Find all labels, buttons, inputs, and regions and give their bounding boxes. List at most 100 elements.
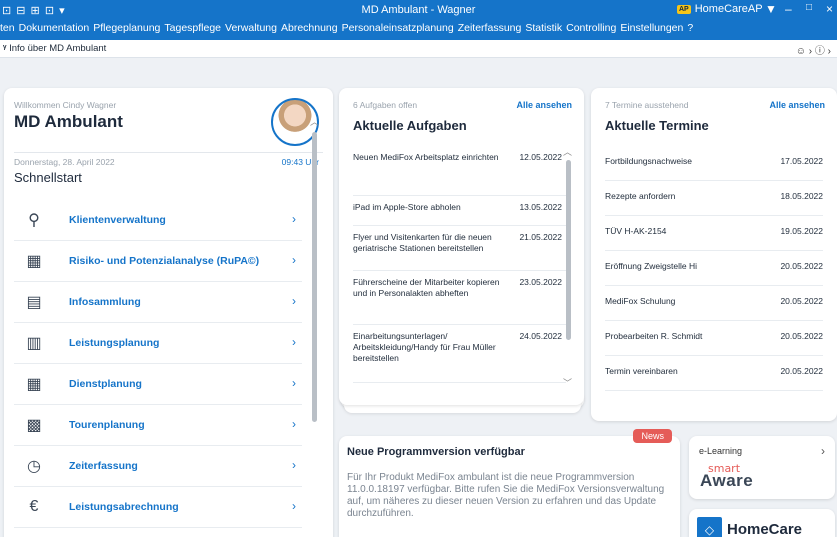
info-text: Info über MD Ambulant [9,43,107,54]
tasks-count: 6 Aufgaben offen [353,100,418,110]
analysis-icon: ▦ [26,253,42,270]
user-name: HomeCareAP [694,3,763,15]
menu-item[interactable]: Verwaltung [225,22,277,34]
minimize-button[interactable]: – [785,2,792,16]
scroll-up-icon[interactable]: ︿ [310,115,319,128]
menu-item[interactable]: Pflegeplanung [93,22,160,34]
task-date: 24.05.2022 [519,331,562,341]
appointment-row[interactable]: Termin vereinbaren 20.05.2022 [605,356,823,391]
menu-item[interactable]: Controlling [566,22,616,34]
task-date: 21.05.2022 [519,232,562,242]
menu-item[interactable]: Dokumentation [19,22,90,34]
task-row[interactable]: Führerscheine der Mitarbeiter kopieren u… [353,271,566,325]
elearning-card[interactable]: e-Learning › smart Aware [689,436,835,499]
menu-item[interactable]: Zeiterfassung [458,22,522,34]
task-text: Neuen MediFox Arbeitsplatz einrichten [353,152,499,162]
menu-item[interactable]: Tagespflege [164,22,221,34]
task-date: 23.05.2022 [519,277,562,287]
menu-item[interactable]: Abrechnung [281,22,338,34]
help-controls[interactable]: ☺ › ⓘ › [796,42,831,57]
title-bar: ⊡ ⊟ ⊞ ⊡ ▾ MD Ambulant - Wagner AP HomeCa… [0,0,837,40]
nav-item-label: Dienstplanung [69,378,142,390]
elearning-label: e-Learning [699,446,743,456]
close-button[interactable]: × [826,2,833,16]
task-text: iPad im Apple-Store abholen [353,202,461,212]
info-bar: ᵞ Info über MD Ambulant ☺ › ⓘ › [0,40,837,58]
appointments-panel: 7 Termine ausstehend Alle ansehen Aktuel… [591,88,837,421]
menu-item[interactable]: Einstellungen [620,22,683,34]
time-tracking-icon: ◷ [27,458,41,475]
tasks-see-all-link[interactable]: Alle ansehen [516,100,572,110]
news-body: Für Ihr Produkt MediFox ambulant ist die… [347,472,665,519]
nav-item-leistungsabrechnung[interactable]: € Leistungsabrechnung › [14,487,302,528]
nav-item-infosammlung[interactable]: ▤ Infosammlung › [14,282,302,323]
nav-item-label: Risiko- und Potenzialanalyse (RuPA©) [69,255,260,267]
section-title: Schnellstart [14,170,82,185]
task-row[interactable]: Neuen MediFox Arbeitsplatz einrichten 12.… [353,146,566,196]
task-row[interactable]: iPad im Apple-Store abholen 13.05.2022 [353,196,566,226]
menu-item[interactable]: Personaleinsatzplanung [342,22,454,34]
appointment-row[interactable]: TÜV H-AK-2154 19.05.2022 [605,216,823,251]
nav-item-dienstplanung[interactable]: ▦ Dienstplanung › [14,364,302,405]
appointment-text: Rezepte anfordern [605,191,676,201]
appointments-see-all-link[interactable]: Alle ansehen [769,100,825,110]
appointment-row[interactable]: Rezepte anfordern 18.05.2022 [605,181,823,216]
task-date: 13.05.2022 [519,202,562,212]
chevron-right-icon: › [292,499,296,513]
appointment-row[interactable]: MediFox Schulung 20.05.2022 [605,286,823,321]
news-panel[interactable]: News Neue Programmversion verfügbar Für … [339,429,680,537]
filter-icon[interactable]: ▼ [765,2,777,16]
tasks-title: Aktuelle Aufgaben [353,118,467,133]
divider [14,152,323,153]
nav-item-leistungsplanung[interactable]: ▥ Leistungsplanung › [14,323,302,364]
homecare-label: HomeCare [727,521,803,537]
chevron-right-icon: › [292,294,296,308]
appointment-date: 20.05.2022 [780,366,823,376]
chevron-right-icon: › [292,417,296,431]
nav-item-zeiterfassung[interactable]: ◷ Zeiterfassung › [14,446,302,487]
homecare-card[interactable]: ◇ HomeCare [689,509,835,537]
chevron-right-icon: › [821,444,825,458]
appointment-row[interactable]: Fortbildungsnachweise 17.05.2022 [605,146,823,181]
nav-item-risiko-[interactable]: ▦ Risiko- und Potenzialanalyse (RuPA©) › [14,241,302,282]
tasks-scrollbar[interactable] [566,160,571,340]
appointment-row[interactable]: Probearbeiten R. Schmidt 20.05.2022 [605,321,823,356]
chevron-right-icon: › [292,335,296,349]
appointment-text: MediFox Schulung [605,296,676,306]
task-text: Flyer und Visitenkarten für die neuen ge… [353,232,492,253]
current-date: Donnerstag, 28. April 2022 [14,157,115,167]
nav-item-klientenverwaltung[interactable]: ⚲ Klientenverwaltung › [14,200,302,241]
info-link[interactable]: ᵞ Info über MD Ambulant [3,43,106,54]
task-row[interactable]: Flyer und Visitenkarten für die neuen ge… [353,226,566,271]
tasks-scroll-up-icon[interactable]: ︿ [563,145,572,158]
invoice-icon: € [29,498,39,515]
user-menu[interactable]: AP HomeCareAP [677,3,763,15]
menu-item[interactable]: Statistik [525,22,562,34]
appointment-date: 18.05.2022 [780,191,823,201]
chevron-right-icon: › [292,458,296,472]
route-icon: ▩ [26,417,42,434]
task-text: Führerscheine der Mitarbeiter kopieren u… [353,277,500,298]
nav-item-tourenplanung[interactable]: ▩ Tourenplanung › [14,405,302,446]
news-badge: News [633,429,672,443]
nav-item-label: Infosammlung [69,296,141,308]
nav-item-label: Leistungsplanung [69,337,160,349]
menu-bar: ten Dokumentation Pflegeplanung Tagespflege… [0,22,837,40]
chevron-right-icon: › [292,212,296,226]
task-text: Einarbeitungsunterlagen/ Arbeitskleidung… [353,331,496,363]
appointment-date: 20.05.2022 [780,261,823,271]
homecare-logo-icon: ◇ [697,517,722,537]
scrollbar[interactable] [312,132,317,422]
tasks-panel: 6 Aufgaben offen Alle ansehen Aktuelle A… [339,88,584,405]
appointments-count: 7 Termine ausstehend [605,100,689,110]
menu-item[interactable]: ? [687,22,693,34]
menu-item[interactable]: ten [0,22,15,34]
appointment-row[interactable]: Eröffnung Zweigstelle Hi 20.05.2022 [605,251,823,286]
appointment-date: 19.05.2022 [780,226,823,236]
maximize-button[interactable]: □ [806,2,812,13]
tasks-scroll-down-icon[interactable]: ﹀ [563,376,572,389]
nav-item-label: Leistungsabrechnung [69,501,179,513]
appointments-title: Aktuelle Termine [605,118,709,133]
task-row[interactable]: Einarbeitungsunterlagen/ Arbeitskleidung… [353,325,566,383]
chevron-right-icon: › [292,376,296,390]
